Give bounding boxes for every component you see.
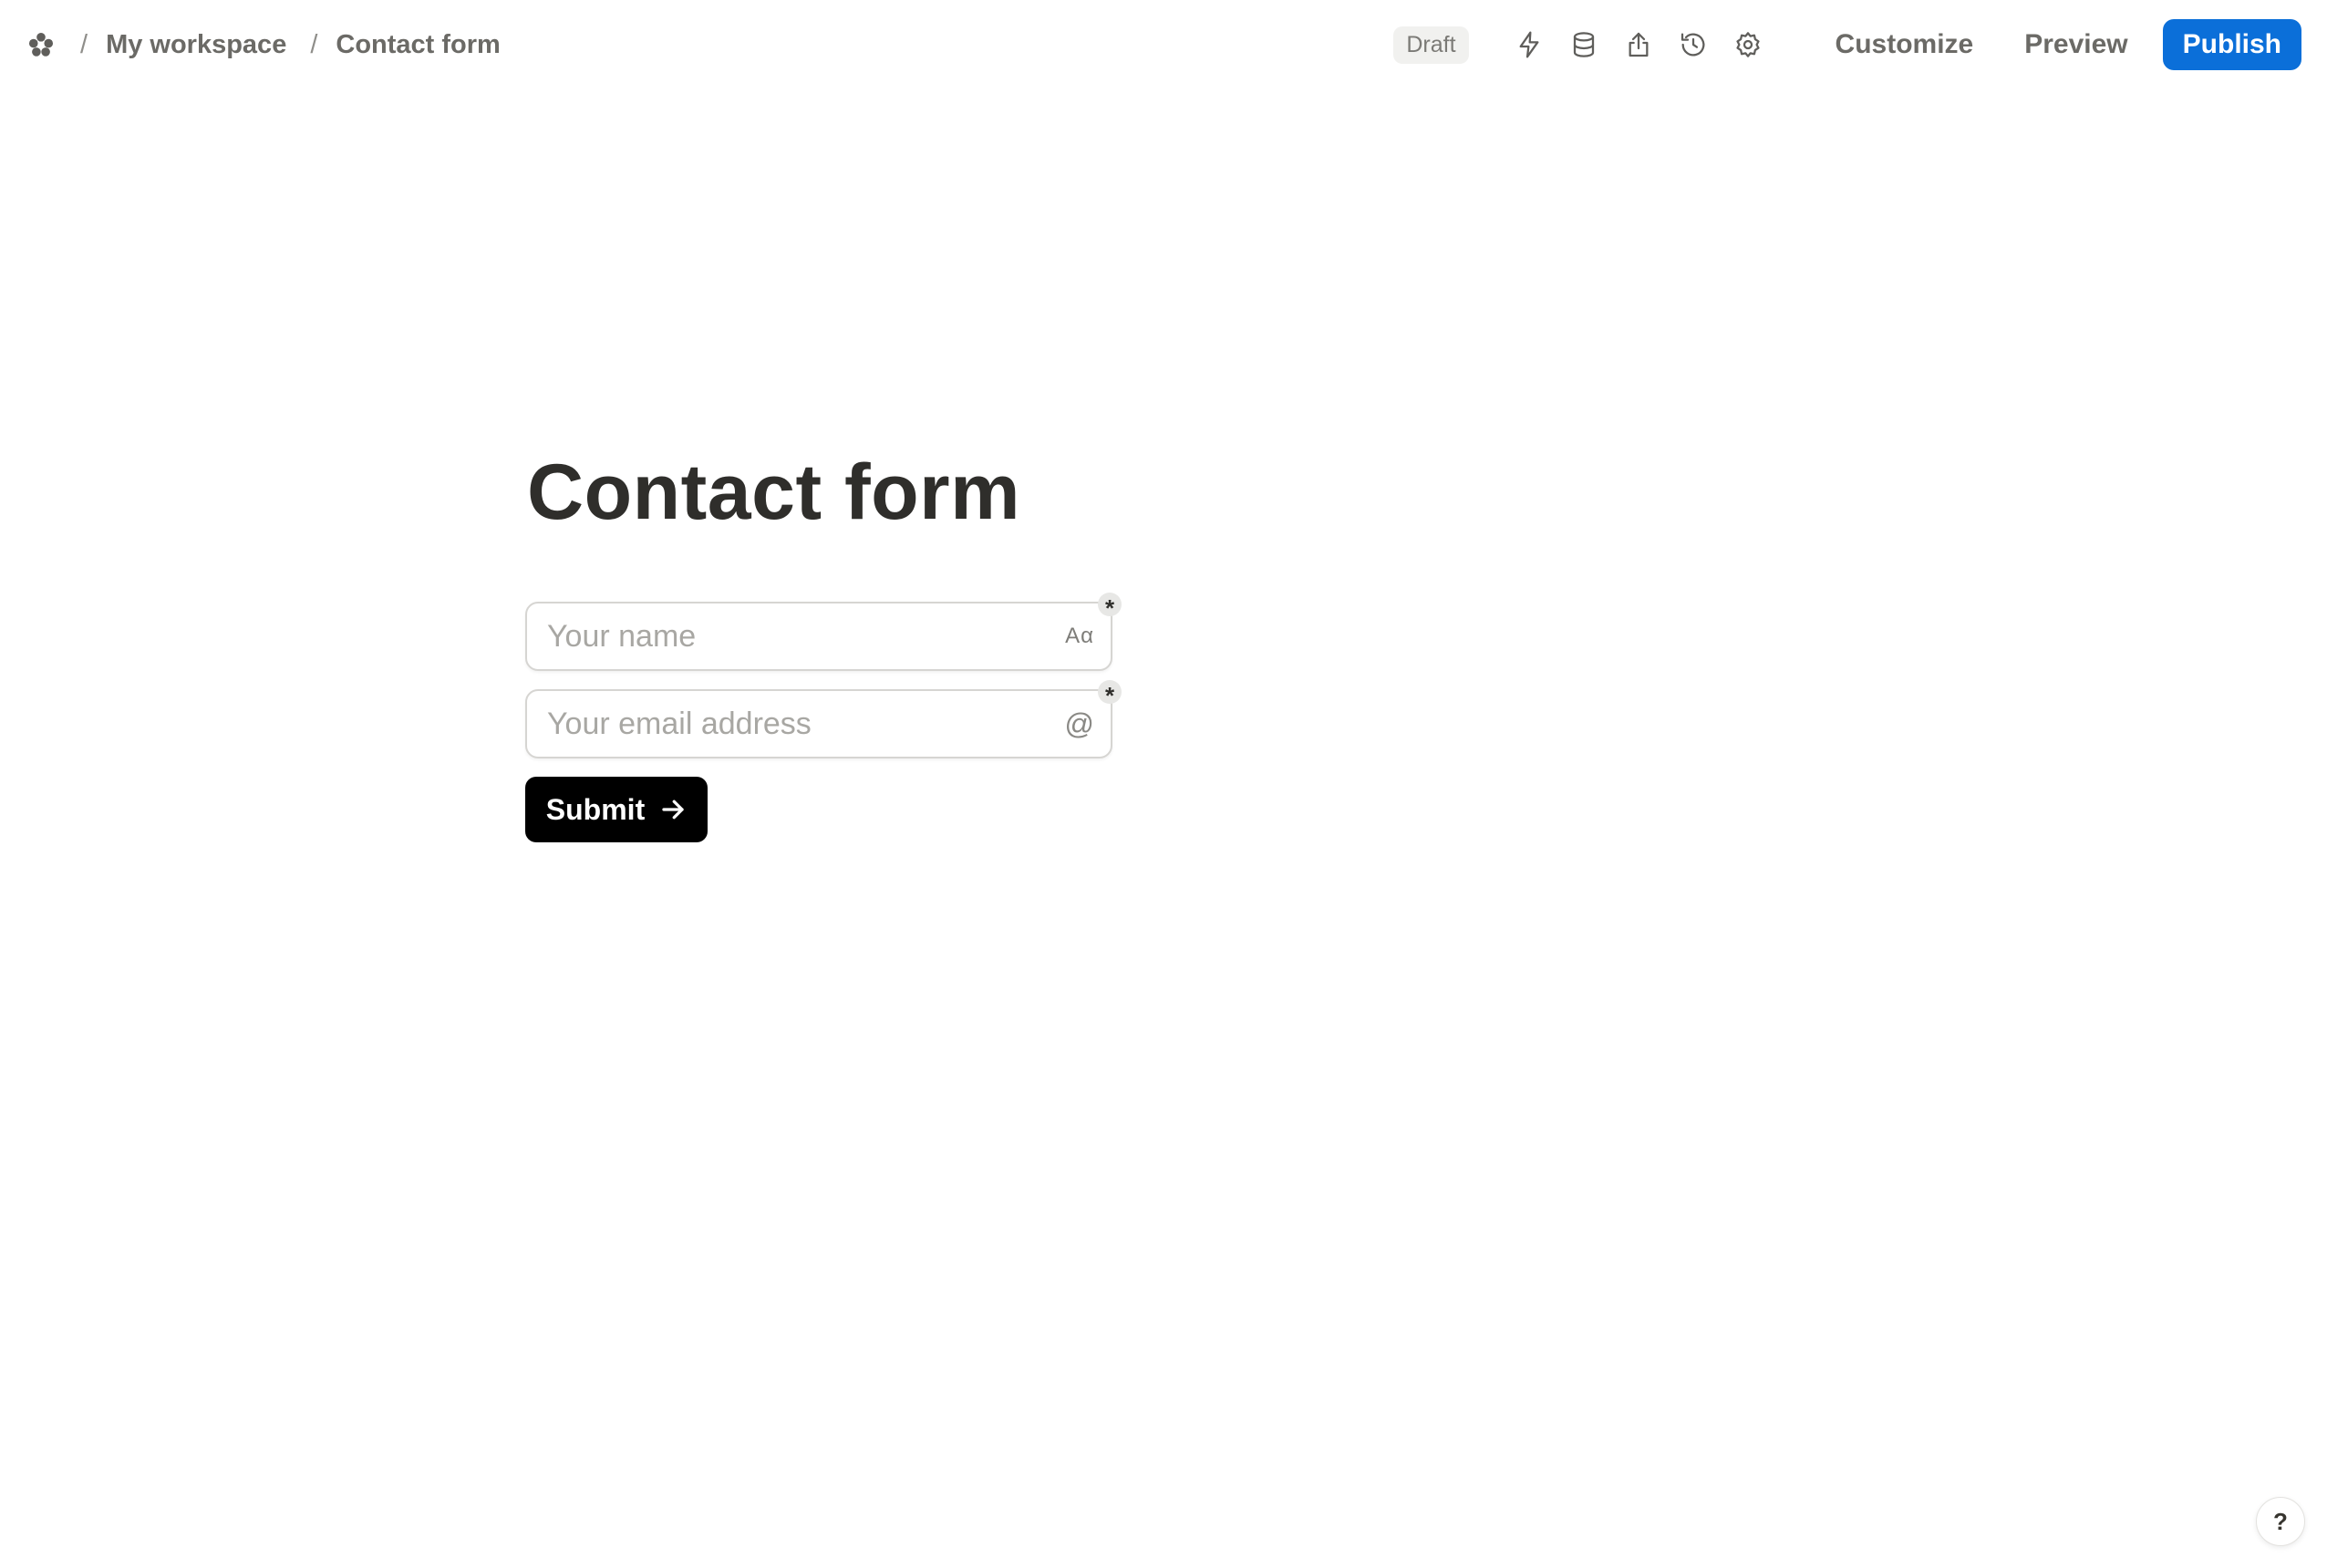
settings-icon[interactable] (1728, 25, 1768, 65)
form-title[interactable]: Contact form (527, 447, 1118, 538)
top-bar: / My workspace / Contact form Draft Cust… (0, 0, 2327, 89)
lightning-icon[interactable] (1509, 25, 1549, 65)
toolbar: Draft Customize Preview Publish (1393, 19, 2301, 70)
name-input[interactable] (525, 602, 1112, 671)
text-type-icon: Aα (1065, 624, 1094, 648)
status-badge: Draft (1393, 26, 1469, 64)
form-canvas: Contact form Aα * @ * Submit (525, 447, 1122, 842)
required-indicator[interactable]: * (1098, 593, 1122, 620)
breadcrumb-workspace[interactable]: My workspace (106, 30, 286, 60)
required-indicator[interactable]: * (1098, 680, 1122, 707)
database-icon[interactable] (1564, 25, 1604, 65)
app-logo-icon[interactable] (26, 29, 57, 60)
breadcrumb: / My workspace / Contact form (26, 29, 501, 60)
history-icon[interactable] (1673, 25, 1713, 65)
customize-button[interactable]: Customize (1819, 20, 1991, 69)
submit-label: Submit (545, 792, 646, 826)
submit-button[interactable]: Submit (525, 777, 708, 842)
form-builder-page: / My workspace / Contact form Draft Cust… (0, 0, 2327, 1568)
breadcrumb-separator: / (310, 29, 318, 59)
email-field-wrapper: @ * (525, 680, 1122, 758)
breadcrumb-separator: / (80, 29, 88, 59)
share-icon[interactable] (1619, 25, 1659, 65)
breadcrumb-current-page[interactable]: Contact form (336, 30, 500, 60)
arrow-right-icon (662, 799, 684, 820)
email-input[interactable] (525, 689, 1112, 758)
email-type-icon: @ (1064, 707, 1094, 740)
preview-button[interactable]: Preview (2008, 20, 2144, 69)
publish-button[interactable]: Publish (2162, 19, 2301, 70)
name-field-wrapper: Aα * (525, 593, 1122, 671)
help-button[interactable]: ? (2256, 1497, 2305, 1546)
